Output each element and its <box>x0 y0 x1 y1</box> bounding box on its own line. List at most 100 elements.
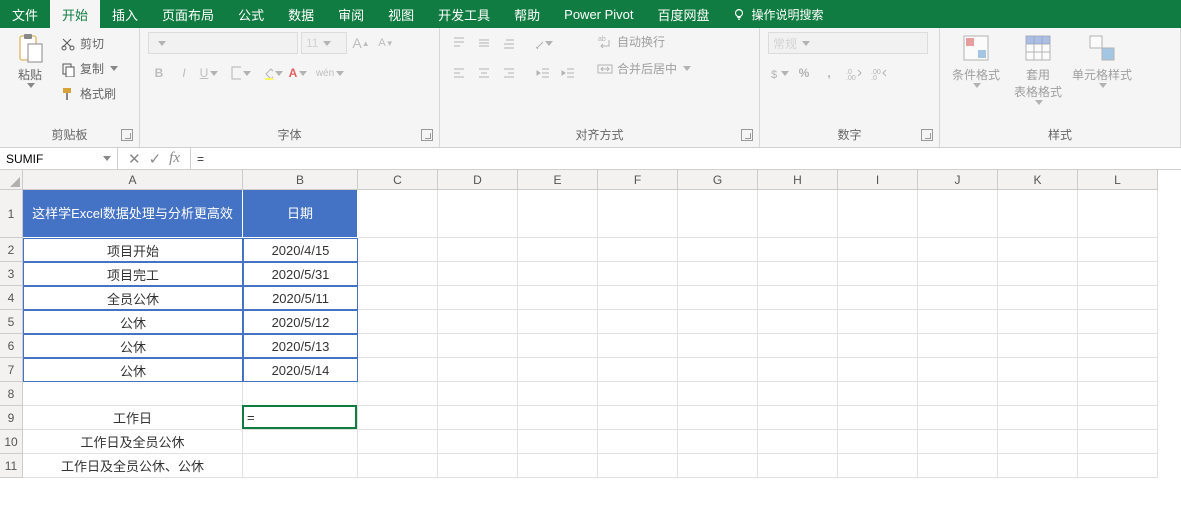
cell[interactable] <box>358 286 438 310</box>
cell[interactable] <box>838 454 918 478</box>
cell[interactable] <box>1078 382 1158 406</box>
cell[interactable] <box>438 238 518 262</box>
increase-decimal-button[interactable]: .0.00 <box>843 62 865 84</box>
tab-help[interactable]: 帮助 <box>502 0 552 28</box>
cell[interactable] <box>1078 406 1158 430</box>
cell[interactable] <box>758 286 838 310</box>
cell[interactable] <box>758 358 838 382</box>
comma-button[interactable]: , <box>818 62 840 84</box>
cell[interactable] <box>518 286 598 310</box>
cell[interactable] <box>358 382 438 406</box>
cell[interactable] <box>438 382 518 406</box>
row-header[interactable]: 1 <box>0 190 23 238</box>
cell[interactable] <box>518 310 598 334</box>
number-format-select[interactable]: 常规 <box>768 32 928 54</box>
alignment-launcher[interactable] <box>741 129 753 141</box>
table-format-button[interactable]: 套用 表格格式 <box>1010 32 1066 105</box>
merge-center-button[interactable]: 合并后居中 <box>595 59 693 78</box>
cell[interactable] <box>438 406 518 430</box>
column-header[interactable]: F <box>598 170 678 190</box>
column-header[interactable]: G <box>678 170 758 190</box>
cell[interactable] <box>998 334 1078 358</box>
cell[interactable]: 2020/4/15 <box>243 238 358 262</box>
cell[interactable] <box>358 262 438 286</box>
row-header[interactable]: 11 <box>0 454 23 478</box>
row-header[interactable]: 2 <box>0 238 23 262</box>
cell[interactable] <box>438 334 518 358</box>
row-header[interactable]: 6 <box>0 334 23 358</box>
cell[interactable] <box>998 262 1078 286</box>
cell[interactable] <box>838 406 918 430</box>
cell[interactable] <box>918 358 998 382</box>
cell[interactable] <box>358 190 438 238</box>
font-color-button[interactable]: A <box>287 62 309 84</box>
cell[interactable] <box>838 382 918 406</box>
cell[interactable] <box>678 334 758 358</box>
name-box-input[interactable] <box>6 152 86 166</box>
cell[interactable] <box>918 190 998 238</box>
font-size-select[interactable]: 11 <box>301 32 347 54</box>
cell[interactable]: 2020/5/13 <box>243 334 358 358</box>
cell[interactable] <box>918 310 998 334</box>
tab-formulas[interactable]: 公式 <box>226 0 276 28</box>
select-all-corner[interactable] <box>0 170 23 190</box>
column-header[interactable]: E <box>518 170 598 190</box>
cell[interactable] <box>438 358 518 382</box>
cell[interactable]: 2020/5/12 <box>243 310 358 334</box>
cell[interactable] <box>998 286 1078 310</box>
cell[interactable] <box>678 454 758 478</box>
conditional-format-button[interactable]: 条件格式 <box>948 32 1004 88</box>
formula-bar[interactable]: = <box>191 148 1181 169</box>
wrap-text-button[interactable]: ab 自动换行 <box>595 32 693 51</box>
row-header[interactable]: 4 <box>0 286 23 310</box>
cell[interactable] <box>1078 262 1158 286</box>
tab-view[interactable]: 视图 <box>376 0 426 28</box>
cell[interactable] <box>518 334 598 358</box>
cell[interactable] <box>838 430 918 454</box>
cell[interactable]: 日期 <box>243 190 358 238</box>
number-launcher[interactable] <box>921 129 933 141</box>
cell[interactable] <box>1078 334 1158 358</box>
increase-indent-button[interactable] <box>557 62 579 84</box>
cell[interactable] <box>438 430 518 454</box>
cell[interactable] <box>918 238 998 262</box>
paste-button[interactable]: 粘贴 <box>8 32 52 88</box>
cell[interactable] <box>598 406 678 430</box>
font-name-select[interactable] <box>148 32 298 54</box>
tab-powerpivot[interactable]: Power Pivot <box>552 0 645 28</box>
tab-insert[interactable]: 插入 <box>100 0 150 28</box>
cell[interactable] <box>678 190 758 238</box>
fx-button[interactable]: fx <box>169 150 180 167</box>
cell[interactable] <box>358 334 438 358</box>
cell[interactable] <box>598 454 678 478</box>
cell[interactable] <box>678 286 758 310</box>
cell[interactable] <box>23 382 243 406</box>
tell-me-search[interactable]: 操作说明搜索 <box>722 0 834 28</box>
enter-formula-button[interactable]: ✓ <box>149 150 162 168</box>
cell[interactable] <box>518 358 598 382</box>
row-header[interactable]: 5 <box>0 310 23 334</box>
cell[interactable] <box>758 334 838 358</box>
cell[interactable] <box>998 454 1078 478</box>
row-header[interactable]: 8 <box>0 382 23 406</box>
align-right-button[interactable] <box>498 62 520 84</box>
tab-review[interactable]: 审阅 <box>326 0 376 28</box>
align-top-button[interactable] <box>448 32 470 54</box>
cell[interactable] <box>358 430 438 454</box>
phonetic-button[interactable]: wén <box>319 62 341 84</box>
cell[interactable] <box>918 406 998 430</box>
cell[interactable]: 工作日及全员公休 <box>23 430 243 454</box>
cell[interactable] <box>1078 358 1158 382</box>
align-left-button[interactable] <box>448 62 470 84</box>
row-header[interactable]: 9 <box>0 406 23 430</box>
cell[interactable] <box>598 334 678 358</box>
cell[interactable] <box>838 358 918 382</box>
cell[interactable] <box>518 454 598 478</box>
tab-baidu[interactable]: 百度网盘 <box>646 0 722 28</box>
row-header[interactable]: 10 <box>0 430 23 454</box>
cell[interactable] <box>1078 190 1158 238</box>
font-launcher[interactable] <box>421 129 433 141</box>
name-box[interactable] <box>0 148 118 169</box>
cell[interactable] <box>758 454 838 478</box>
cell[interactable] <box>918 454 998 478</box>
